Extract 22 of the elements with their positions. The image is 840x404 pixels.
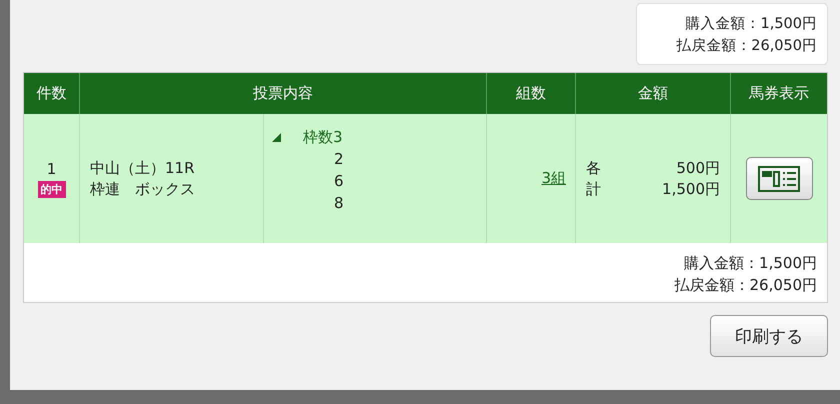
amount-label: 各 (586, 158, 601, 178)
print-button[interactable]: 印刷する (710, 315, 828, 357)
purchase-amount: 購入金額：1,500円 (684, 253, 817, 274)
column-header: 件数 (36, 83, 68, 104)
purchase-amount: 購入金額：1,500円 (685, 15, 817, 34)
payout-amount: 払戻金額：26,050円 (674, 275, 817, 296)
ticket-view-button[interactable] (746, 157, 812, 200)
row-count: 1 (46, 160, 56, 178)
total-amount: 1,500円 (662, 178, 720, 200)
bracket-number: 8 (334, 194, 344, 212)
amount-label: 計 (586, 178, 601, 200)
bracket-number: 2 (334, 150, 344, 168)
expand-icon[interactable] (272, 132, 281, 142)
hit-badge: 的中 (38, 180, 66, 198)
race-name: 中山（土）11R (90, 158, 196, 178)
bracket-number: 6 (334, 172, 344, 190)
payout-amount: 払戻金額：26,050円 (676, 37, 817, 56)
sets-link[interactable]: 3組 (541, 169, 566, 188)
bet-type: 枠連 ボックス (90, 178, 196, 200)
group-label: 枠数3 (303, 127, 343, 148)
each-amount: 500円 (676, 158, 720, 178)
ticket-icon (758, 166, 800, 192)
